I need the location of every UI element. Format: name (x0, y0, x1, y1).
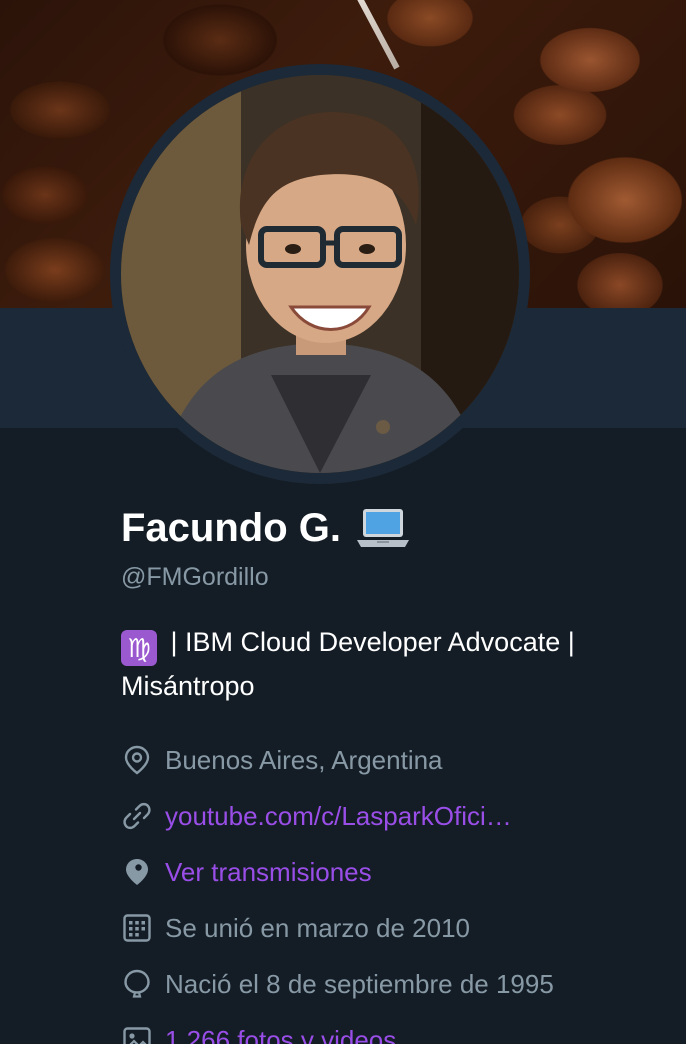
broadcasts-row[interactable]: Ver transmisiones (121, 844, 661, 900)
birthday-row: Nació el 8 de septiembre de 1995 (121, 956, 661, 1012)
location-pin-icon (124, 745, 150, 775)
balloon-icon (124, 969, 150, 998)
location-row: Buenos Aires, Argentina (121, 732, 661, 788)
avatar-portrait-icon (121, 75, 519, 473)
display-name-row: Facundo G. (121, 500, 661, 556)
profile-page: Facundo G. @FMGordillo ♍ | IBM Cloud Dev… (0, 0, 686, 1044)
periscope-pin-icon (126, 859, 148, 885)
bio: ♍ | IBM Cloud Developer Advocate | Misán… (121, 622, 661, 706)
profile-details: Buenos Aires, Argentina youtube.com/c/La… (121, 732, 661, 1044)
link-icon (123, 802, 151, 830)
birthday-text: Nació el 8 de septiembre de 1995 (165, 968, 554, 999)
laptop-icon (355, 507, 411, 549)
avatar[interactable] (121, 75, 519, 473)
media-link[interactable]: 1.266 fotos y videos (165, 1025, 396, 1044)
calendar-icon (123, 914, 151, 942)
profile-info: Facundo G. @FMGordillo ♍ | IBM Cloud Dev… (121, 500, 661, 1044)
joined-text: Se unió en marzo de 2010 (165, 912, 470, 943)
display-name: Facundo G. (121, 506, 341, 550)
banner-decoration (352, 0, 400, 70)
virgo-icon: ♍ (121, 630, 157, 666)
website-link[interactable]: youtube.com/c/LasparkOfici… (165, 801, 512, 832)
broadcasts-link[interactable]: Ver transmisiones (165, 857, 372, 888)
image-icon (123, 1027, 151, 1044)
location-text: Buenos Aires, Argentina (165, 744, 443, 775)
bio-line-1: | IBM Cloud Developer Advocate | (170, 627, 575, 657)
joined-row: Se unió en marzo de 2010 (121, 900, 661, 956)
website-row[interactable]: youtube.com/c/LasparkOfici… (121, 788, 661, 844)
media-row[interactable]: 1.266 fotos y videos (121, 1012, 661, 1044)
user-handle: @FMGordillo (121, 563, 269, 591)
bio-line-2: Misántropo (121, 671, 255, 701)
